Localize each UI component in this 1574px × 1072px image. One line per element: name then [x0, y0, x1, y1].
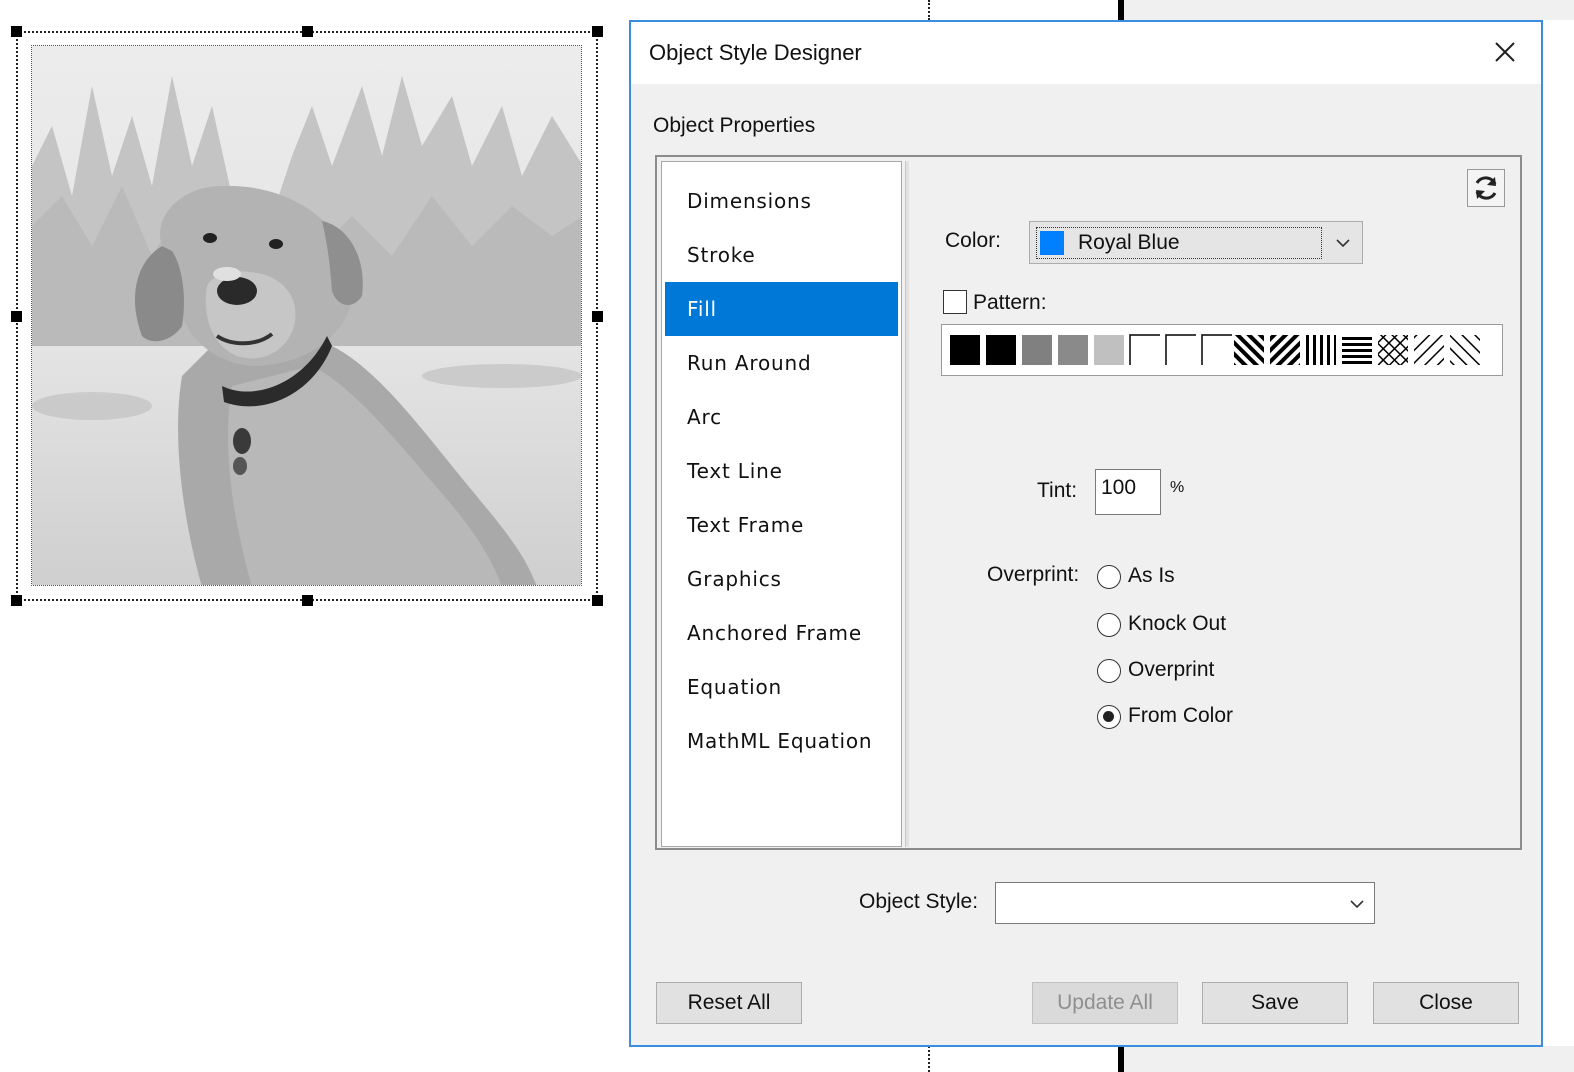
resize-handle[interactable] — [11, 311, 22, 322]
color-swatch — [1040, 231, 1064, 255]
pattern-label: Pattern: — [973, 291, 1047, 314]
refresh-button[interactable] — [1467, 169, 1505, 207]
title-bar[interactable]: Object Style Designer — [631, 22, 1541, 84]
pattern-checkbox[interactable] — [943, 290, 967, 314]
color-dropdown[interactable]: Royal Blue — [1029, 221, 1363, 264]
color-value: Royal Blue — [1078, 231, 1180, 254]
category-item-arc[interactable]: Arc — [665, 390, 898, 444]
overprint-radio-overprint[interactable] — [1097, 659, 1121, 683]
dog-photo — [32, 46, 581, 585]
tint-input[interactable]: 100 — [1095, 469, 1161, 515]
object-style-dropdown[interactable] — [995, 882, 1375, 924]
category-item-text-frame[interactable]: Text Frame — [665, 498, 898, 552]
pattern-palette[interactable] — [941, 324, 1503, 376]
page-edge — [1118, 0, 1124, 20]
close-icon[interactable] — [1487, 34, 1523, 70]
pattern-swatches[interactable] — [942, 325, 1502, 375]
resize-handle[interactable] — [302, 26, 313, 37]
resize-handle[interactable] — [592, 26, 603, 37]
resize-handle[interactable] — [11, 26, 22, 37]
category-item-run-around[interactable]: Run Around — [665, 336, 898, 390]
object-properties-panel: Dimensions Stroke Fill Run Around Arc Text Li… — [655, 155, 1522, 850]
object-style-label: Object Style: — [859, 890, 979, 913]
photo-frame — [31, 45, 582, 586]
resize-handle[interactable] — [302, 595, 313, 606]
close-button[interactable]: Close — [1373, 982, 1519, 1024]
overprint-radio-knock-out[interactable] — [1097, 613, 1121, 637]
overprint-label: Overprint: — [987, 563, 1080, 586]
overprint-radio-from-color[interactable] — [1097, 705, 1121, 729]
category-item-dimensions[interactable]: Dimensions — [665, 174, 898, 228]
canvas-gray-band-top — [1124, 0, 1574, 20]
update-all-button[interactable]: Update All — [1032, 982, 1178, 1024]
column-guide — [928, 1046, 930, 1072]
dialog-title: Object Style Designer — [649, 40, 862, 65]
object-style-designer-dialog: Object Style Designer Object Properties … — [629, 20, 1543, 1047]
category-list[interactable]: Dimensions Stroke Fill Run Around Arc Text Li… — [661, 161, 902, 847]
resize-handle[interactable] — [11, 595, 22, 606]
category-item-fill[interactable]: Fill — [665, 282, 898, 336]
overprint-option-label: Knock Out — [1128, 612, 1227, 635]
canvas-gray-band-bottom — [1124, 1046, 1574, 1072]
category-item-mathml-equation[interactable]: MathML Equation — [665, 714, 898, 768]
category-item-anchored-frame[interactable]: Anchored Frame — [665, 606, 898, 660]
overprint-radio-as-is[interactable] — [1097, 565, 1121, 589]
category-item-stroke[interactable]: Stroke — [665, 228, 898, 282]
overprint-option-label: As Is — [1128, 564, 1175, 587]
chevron-down-icon — [1336, 239, 1350, 248]
column-guide — [928, 0, 930, 20]
page-edge — [1118, 1046, 1124, 1072]
tint-unit: % — [1170, 479, 1185, 496]
save-button[interactable]: Save — [1202, 982, 1348, 1024]
object-properties-label: Object Properties — [653, 114, 816, 137]
overprint-option-label: Overprint — [1128, 658, 1215, 681]
tint-label: Tint: — [1037, 479, 1078, 502]
resize-handle[interactable] — [592, 595, 603, 606]
resize-handle[interactable] — [592, 311, 603, 322]
category-item-equation[interactable]: Equation — [665, 660, 898, 714]
chevron-down-icon — [1350, 900, 1364, 909]
panel-divider — [905, 161, 909, 847]
category-item-text-line[interactable]: Text Line — [665, 444, 898, 498]
overprint-option-label: From Color — [1128, 704, 1234, 727]
reset-all-button[interactable]: Reset All — [656, 982, 802, 1024]
color-label: Color: — [945, 229, 1002, 252]
refresh-icon — [1475, 176, 1497, 200]
category-item-graphics[interactable]: Graphics — [665, 552, 898, 606]
